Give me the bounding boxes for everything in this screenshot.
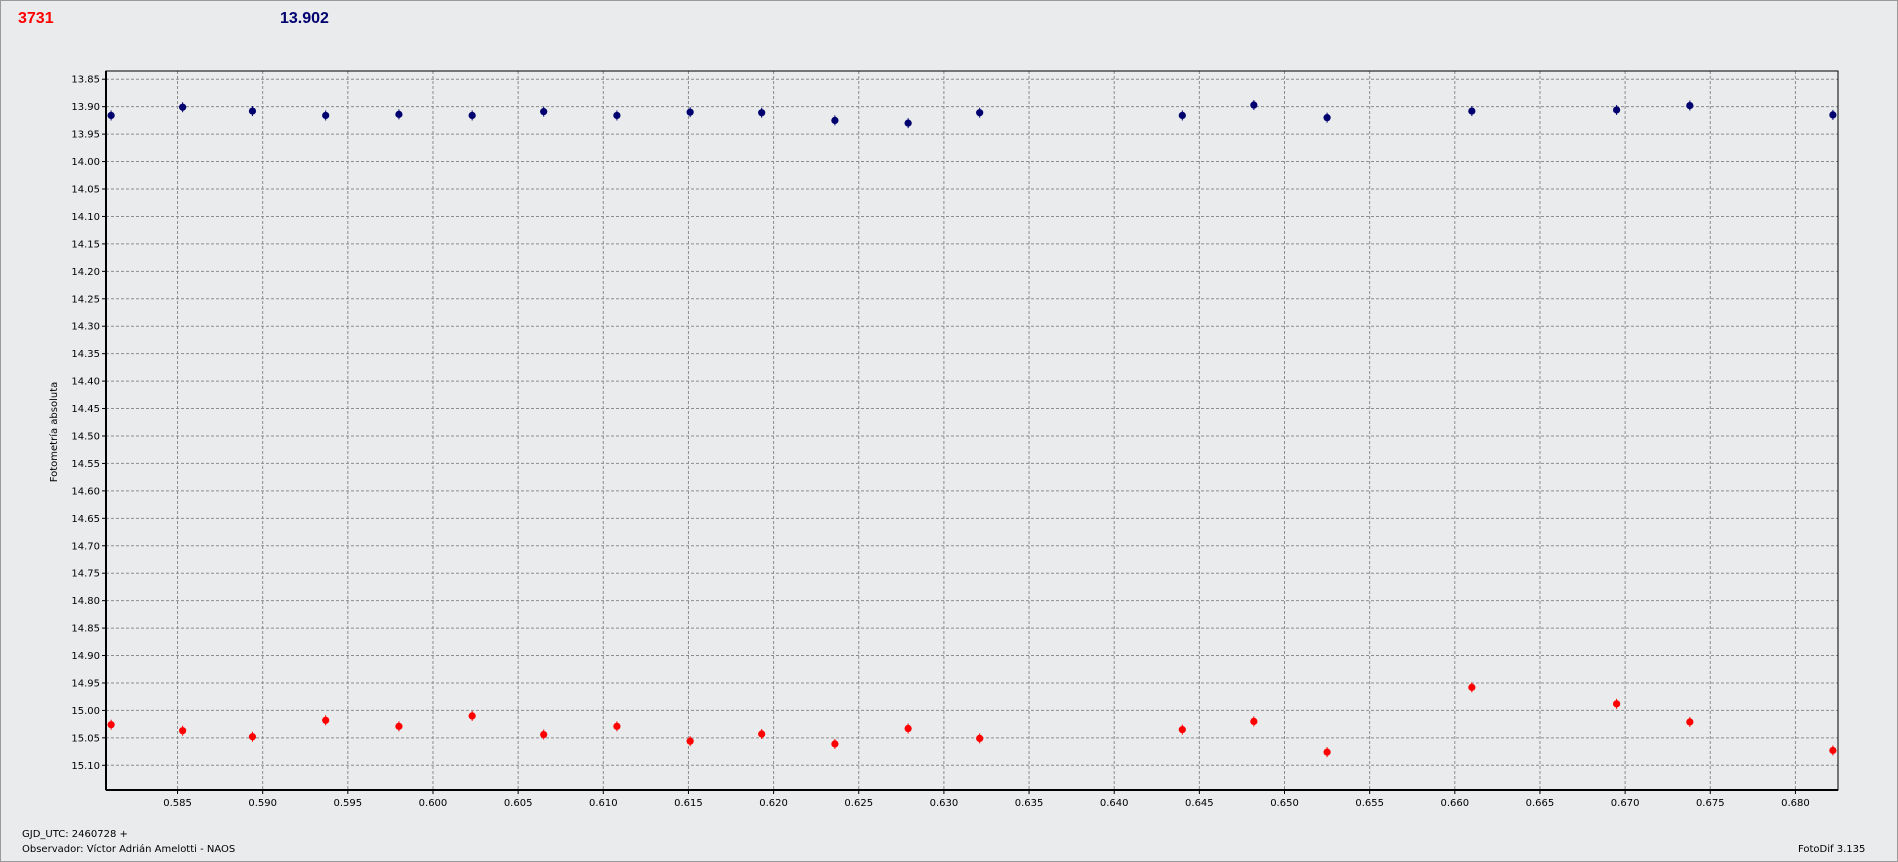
data-point	[831, 116, 839, 124]
data-point	[179, 103, 187, 111]
x-tick-label: 0.680	[1781, 798, 1810, 809]
data-point	[468, 111, 476, 120]
x-tick-label: 0.665	[1526, 798, 1555, 809]
x-tick-label: 0.640	[1100, 798, 1129, 809]
x-tick-label: 0.655	[1355, 798, 1384, 809]
y-tick-label: 14.75	[71, 569, 100, 580]
data-point	[322, 716, 330, 724]
data-point	[1178, 726, 1186, 734]
y-tick-label: 14.70	[71, 541, 100, 552]
data-point	[1323, 748, 1331, 756]
data-point	[1468, 683, 1476, 691]
x-tick-label: 0.625	[844, 798, 873, 809]
y-tick-label: 14.55	[71, 459, 100, 470]
data-point	[1250, 101, 1258, 109]
y-axis-label: Fotometría absoluta	[48, 382, 60, 483]
data-point	[1613, 106, 1621, 114]
data-point	[107, 721, 115, 729]
y-tick-label: 15.10	[71, 761, 100, 772]
y-tick-label: 14.40	[71, 377, 100, 388]
x-tick-label: 0.605	[504, 798, 533, 809]
data-point	[1178, 111, 1186, 120]
data-point	[248, 733, 257, 741]
y-tick-label: 15.00	[71, 706, 100, 717]
y-tick-label: 14.00	[71, 157, 100, 168]
data-point	[107, 111, 115, 120]
x-tick-label: 0.620	[759, 798, 788, 809]
data-point	[976, 734, 984, 743]
y-tick-label: 14.25	[71, 294, 100, 305]
data-point	[976, 109, 984, 117]
grid-lines	[106, 71, 1838, 790]
y-tick-label: 14.65	[71, 514, 100, 525]
data-point	[686, 737, 694, 745]
x-tick-label: 0.600	[419, 798, 448, 809]
data-point	[1686, 718, 1694, 726]
x-tick-label: 0.675	[1696, 798, 1725, 809]
x-tick-label: 0.670	[1611, 798, 1640, 809]
data-point	[1829, 111, 1837, 119]
light-curve-chart: 13.85 13.90 13.95 14.00 14.05 14.10 14.15 14.20…	[48, 70, 1839, 809]
plot-area	[106, 71, 1838, 790]
y-tick-label: 15.05	[71, 733, 100, 744]
data-point	[395, 722, 403, 730]
y-tick-label: 14.85	[71, 624, 100, 635]
x-tick-label: 0.590	[248, 798, 277, 809]
data-point	[540, 108, 548, 116]
gjd-label: GJD_UTC: 2460728 +	[22, 829, 128, 840]
data-point	[1468, 107, 1476, 115]
data-point	[468, 712, 476, 720]
data-point	[540, 730, 548, 739]
data-point	[395, 110, 403, 118]
y-tick-label: 14.90	[71, 651, 100, 662]
data-point	[248, 107, 257, 115]
y-tick-label: 14.80	[71, 596, 100, 607]
data-point	[904, 119, 912, 127]
x-tick-label: 0.650	[1270, 798, 1299, 809]
x-tick-label: 0.610	[589, 798, 618, 809]
y-tick-label: 13.95	[71, 130, 100, 141]
y-tick-label: 14.20	[71, 267, 100, 278]
software-version-label: FotoDif 3.135	[1798, 844, 1866, 855]
data-point	[613, 722, 621, 730]
x-tick-label: 0.645	[1185, 798, 1214, 809]
y-tick-label: 14.30	[71, 322, 100, 333]
x-tick-label: 0.595	[334, 798, 363, 809]
data-point	[758, 109, 766, 117]
y-tick-label: 14.95	[71, 678, 100, 689]
x-tick-label: 0.585	[163, 798, 192, 809]
data-point	[613, 111, 621, 120]
y-tick-label: 13.90	[71, 102, 100, 113]
y-tick-label: 14.15	[71, 239, 100, 250]
data-point	[686, 108, 694, 116]
data-point	[1686, 101, 1694, 110]
y-tick-label: 14.35	[71, 349, 100, 360]
y-tick-label: 14.05	[71, 185, 100, 196]
data-point	[1250, 717, 1258, 725]
data-point	[1829, 746, 1837, 755]
x-tick-label: 0.630	[930, 798, 959, 809]
data-point	[1323, 114, 1331, 122]
y-tick-label: 13.85	[71, 75, 100, 86]
observer-label: Observador: Víctor Adrián Amelotti - NAO…	[22, 844, 236, 855]
x-tick-label: 0.615	[674, 798, 703, 809]
data-point	[1613, 700, 1621, 708]
y-tick-label: 14.10	[71, 212, 100, 223]
y-tick-label: 14.60	[71, 486, 100, 497]
y-tick-label: 14.45	[71, 404, 100, 415]
data-point	[322, 111, 330, 120]
data-point	[179, 727, 187, 735]
data-point	[758, 730, 766, 738]
y-tick-label: 14.50	[71, 431, 100, 442]
data-point	[904, 724, 912, 733]
x-tick-label: 0.660	[1440, 798, 1469, 809]
x-tick-label: 0.635	[1015, 798, 1044, 809]
data-point	[831, 740, 839, 748]
